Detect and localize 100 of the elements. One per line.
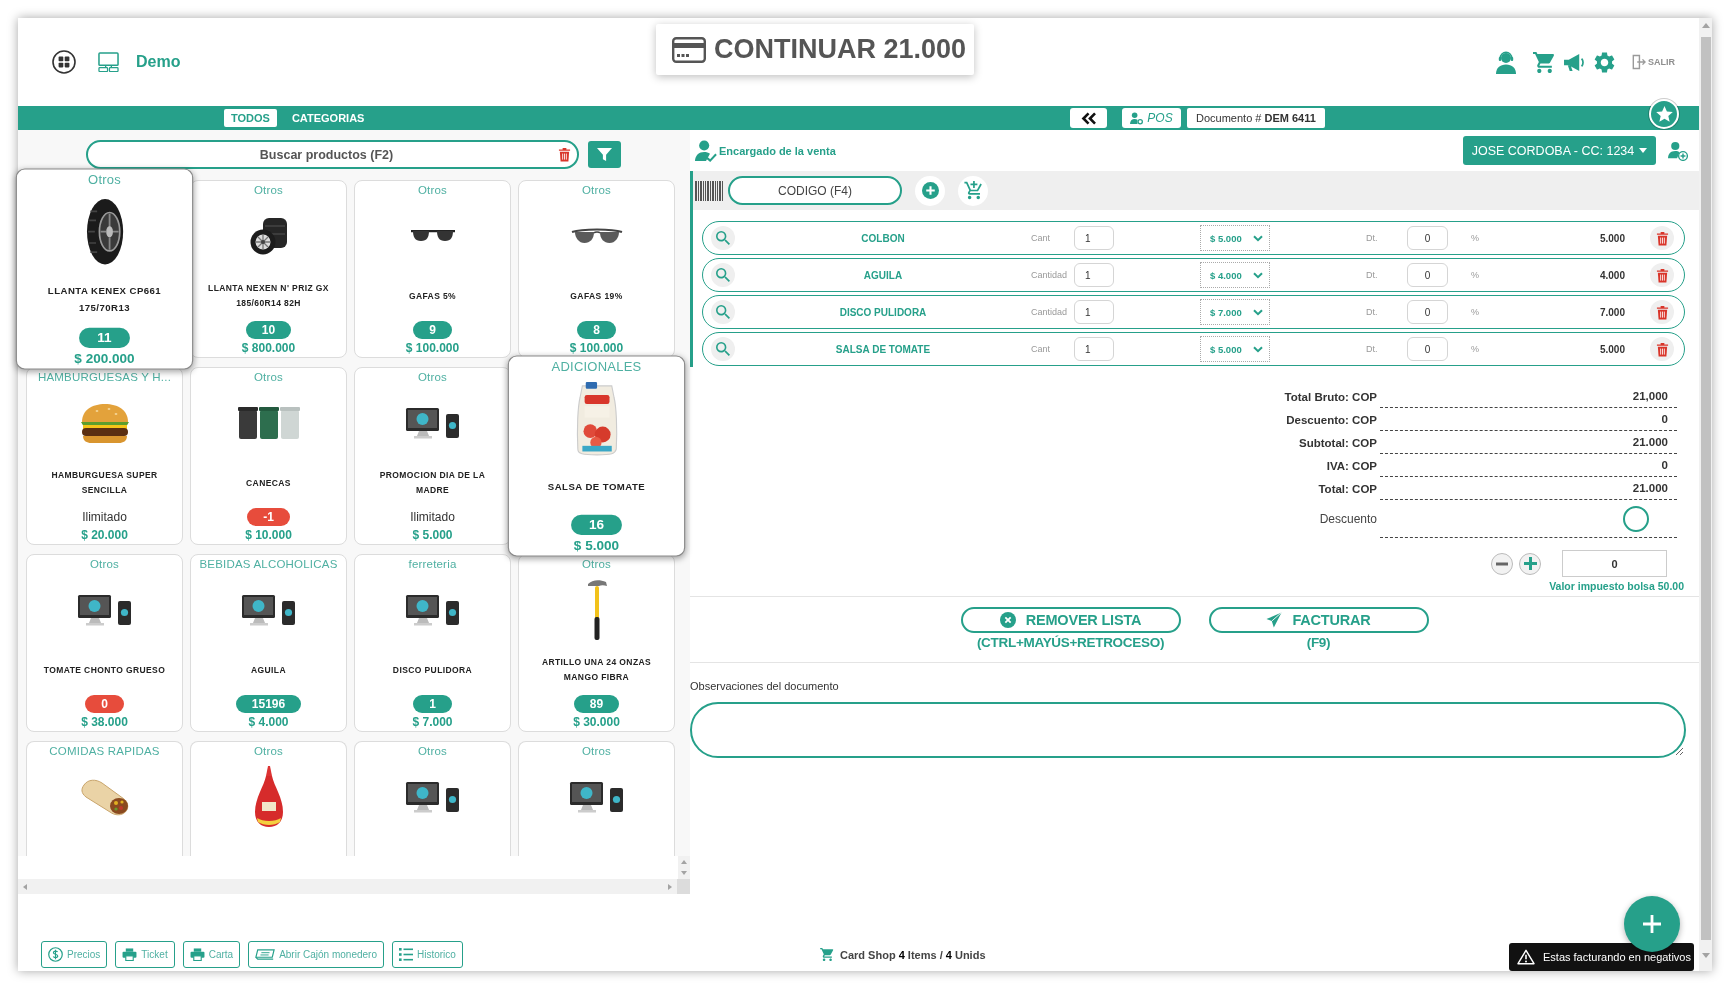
line-total: 4.000 bbox=[1598, 269, 1625, 281]
decrease-button[interactable] bbox=[1491, 552, 1513, 575]
product-price: $ 20.000 bbox=[81, 527, 128, 543]
product-card[interactable]: Otros CANECAS -1 $ 10.000 bbox=[190, 367, 347, 545]
computer-and-phone-drawing bbox=[404, 781, 461, 813]
total-value: 21.000 bbox=[1632, 482, 1668, 494]
exit-icon bbox=[1632, 54, 1646, 70]
bag-quantity-field[interactable]: 0 bbox=[1562, 550, 1667, 577]
bag-tax-note: Valor impuesto bolsa 50.00 bbox=[1549, 579, 1684, 593]
product-card[interactable]: Otros GAFAS 19% 8 $ 100.000 bbox=[518, 180, 675, 358]
product-card[interactable]: Otros ARTILLO UNA 24 ONZAS MANGO FIBRA 89 $ 30.000 bbox=[518, 554, 675, 732]
increase-button[interactable] bbox=[1519, 552, 1541, 575]
product-price: $ 10.000 bbox=[245, 527, 292, 543]
product-name: HAMBURGUESA SUPER SENCILLA bbox=[50, 469, 159, 497]
barcode-icon bbox=[695, 179, 723, 202]
product-card[interactable]: Otros GAFAS 5% 9 $ 100.000 bbox=[354, 180, 511, 358]
product-price: $ 30.000 bbox=[573, 714, 620, 730]
horizontal-scrollbar[interactable] bbox=[18, 879, 690, 894]
quantity-field[interactable]: 1 bbox=[1074, 337, 1114, 361]
search-button[interactable] bbox=[711, 263, 735, 287]
warning-icon bbox=[1517, 949, 1535, 965]
line-product-name: DISCO PULIDORA bbox=[838, 306, 928, 318]
double-chevron-left-icon bbox=[1080, 111, 1097, 125]
close-circle-icon bbox=[999, 612, 1016, 628]
quantity-field[interactable]: 1 bbox=[1074, 226, 1114, 250]
cart-add-button[interactable] bbox=[958, 175, 988, 206]
product-card[interactable]: Otros TOMATE CHONTO GRUESO 0 $ 38.000 bbox=[26, 554, 183, 732]
quantity-field[interactable]: 1 bbox=[1074, 263, 1114, 287]
vertical-scrollbar[interactable] bbox=[1699, 18, 1712, 971]
search-button[interactable] bbox=[711, 226, 735, 250]
product-name: GAFAS 5% bbox=[408, 289, 457, 303]
burrito-drawing bbox=[79, 777, 130, 817]
product-category: Otros bbox=[581, 183, 612, 198]
product-card[interactable]: ADICIONALES SALSA DE TOMATE 16 $ 5.000 bbox=[507, 355, 686, 557]
notes-field[interactable] bbox=[690, 702, 1686, 758]
total-value: 0 bbox=[1661, 413, 1668, 425]
code-field[interactable]: CODIGO (F4) bbox=[728, 176, 902, 205]
checkout-button[interactable]: CONTINUAR 21.000 bbox=[656, 24, 974, 75]
product-name: PROMOCION DIA DE LA MADRE bbox=[378, 469, 487, 497]
vertical-scrollbar[interactable] bbox=[678, 856, 690, 879]
list-icon bbox=[398, 947, 413, 962]
filter-button[interactable] bbox=[588, 141, 621, 168]
user-check-icon bbox=[695, 139, 717, 162]
discount-field[interactable]: 0 bbox=[1407, 263, 1448, 287]
settings-icon[interactable] bbox=[1594, 51, 1615, 73]
discount-field[interactable]: 0 bbox=[1407, 300, 1448, 324]
discount-field[interactable]: 0 bbox=[1407, 337, 1448, 361]
product-category: ADICIONALES bbox=[551, 358, 642, 376]
delete-button[interactable] bbox=[1650, 226, 1674, 250]
sport-glasses-drawing bbox=[570, 228, 623, 244]
product-card[interactable]: ferreteria DISCO PULIDORA 1 $ 7.000 bbox=[354, 554, 511, 732]
product-price: $ 5.000 bbox=[412, 527, 453, 543]
add-product-button[interactable] bbox=[915, 175, 945, 206]
collapse-button[interactable] bbox=[1070, 108, 1107, 128]
delete-button[interactable] bbox=[1650, 263, 1674, 287]
trash-icon bbox=[1655, 267, 1669, 283]
product-name: SALSA DE TOMATE bbox=[547, 479, 646, 494]
stock-badge: 11 bbox=[79, 327, 130, 348]
monitor-icon[interactable] bbox=[98, 52, 119, 72]
add-button[interactable] bbox=[1624, 896, 1680, 952]
stock-badge: 10 bbox=[245, 320, 292, 339]
product-name: AGUILA bbox=[251, 663, 286, 677]
apps-icon[interactable] bbox=[52, 50, 76, 74]
megaphone-icon[interactable] bbox=[1563, 52, 1585, 72]
computer-and-phone-drawing bbox=[240, 594, 297, 626]
brand-name: Demo bbox=[136, 53, 181, 71]
product-card[interactable]: BEBIDAS ALCOHOLICAS AGUILA 15196 $ 4.000 bbox=[190, 554, 347, 732]
delete-button[interactable] bbox=[1650, 300, 1674, 324]
product-price: $ 200.000 bbox=[74, 349, 135, 368]
product-price: $ 5.000 bbox=[573, 536, 620, 555]
star-icon bbox=[1655, 106, 1673, 122]
search-button[interactable] bbox=[711, 300, 735, 324]
user-icon bbox=[1130, 111, 1144, 125]
product-price: $ 800.000 bbox=[241, 340, 296, 356]
cart-icon[interactable] bbox=[1533, 51, 1555, 73]
discount-field[interactable]: 0 bbox=[1407, 226, 1448, 250]
product-card[interactable]: Otros LLANTA KENEX CP661 175/70R13 11 $ 200.000 bbox=[15, 168, 194, 370]
add-user-icon[interactable] bbox=[1668, 140, 1688, 161]
search-field[interactable]: Buscar productos (F2) bbox=[86, 140, 579, 169]
notes-label: Observaciones del documento bbox=[690, 679, 839, 693]
support-agent-icon[interactable] bbox=[1494, 50, 1518, 74]
product-category: COMIDAS RAPIDAS bbox=[49, 744, 160, 759]
line-product-name: SALSA DE TOMATE bbox=[834, 343, 932, 355]
trash-icon[interactable] bbox=[558, 147, 571, 162]
discount-toggle[interactable] bbox=[1623, 505, 1649, 532]
computer-and-phone-drawing bbox=[404, 594, 461, 626]
burger-drawing bbox=[78, 402, 131, 444]
cart-summary: Card Shop 4 Items / 4 Unids bbox=[840, 948, 986, 961]
product-category: Otros bbox=[581, 557, 612, 572]
product-card[interactable]: HAMBURGUESAS Y H... HAMBURGUESA SUPER SENCILLA Ilimitado $ 20.000 bbox=[26, 367, 183, 545]
product-category: Otros bbox=[253, 183, 284, 198]
search-icon bbox=[716, 231, 730, 245]
delete-button[interactable] bbox=[1650, 337, 1674, 361]
glue-bottle-drawing bbox=[253, 766, 284, 828]
computer-and-phone-drawing bbox=[404, 407, 461, 439]
quantity-field[interactable]: 1 bbox=[1074, 300, 1114, 324]
search-button[interactable] bbox=[711, 337, 735, 361]
cart-icon bbox=[820, 948, 834, 961]
favorite-button[interactable] bbox=[1649, 99, 1679, 129]
stock-badge: 15196 bbox=[235, 694, 302, 713]
